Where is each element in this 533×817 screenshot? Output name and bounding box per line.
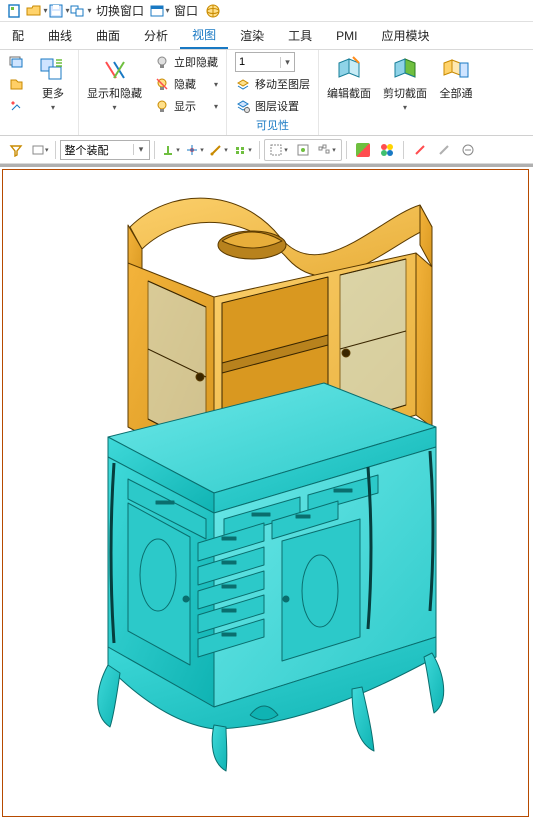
clip-section-button[interactable]: 剪切截面 ▾	[379, 52, 431, 114]
qat-save-icon[interactable]	[48, 1, 70, 21]
left-small-3[interactable]	[4, 96, 28, 116]
qat-open-icon[interactable]	[26, 1, 48, 21]
ribbon-group-sections: 编辑截面 剪切截面 ▾ 全部通	[319, 50, 481, 135]
menu-tab-tools[interactable]: 工具	[276, 22, 324, 49]
model-view[interactable]	[0, 167, 533, 807]
group-title-visibility: 可见性	[256, 116, 289, 133]
t2-slash-1[interactable]	[408, 139, 432, 161]
all-section-button[interactable]: 全部通	[435, 52, 477, 103]
lightbulb-red-icon	[154, 76, 170, 92]
layer-number-input[interactable]	[236, 56, 280, 68]
t2-colorpuck-1[interactable]	[375, 139, 399, 161]
layer-settings-button[interactable]: 图层设置	[231, 96, 314, 116]
menu-tab-app[interactable]: 应用模块	[369, 22, 441, 49]
menu-tab-pmi[interactable]: PMI	[324, 22, 369, 49]
window-button[interactable]	[148, 1, 170, 21]
window-label[interactable]: 窗口	[170, 2, 202, 19]
layer-number-combo[interactable]: ▾	[231, 52, 314, 72]
edit-section-icon	[333, 54, 365, 86]
layers-move-icon	[235, 76, 251, 92]
t2-sel-2[interactable]	[291, 139, 315, 161]
t2-btn-3[interactable]	[207, 139, 231, 161]
menu-tab-surfaces[interactable]: 曲面	[84, 22, 132, 49]
menu-tab-analyze[interactable]: 分析	[132, 22, 180, 49]
menu-tab-0[interactable]: 配	[0, 22, 36, 49]
ribbon-group-visibility: ▾ 移动至图层 图层设置 可见性	[227, 50, 319, 135]
more-icon	[37, 54, 69, 86]
switch-window-label[interactable]: 切换窗口	[92, 2, 148, 19]
viewport[interactable]	[0, 164, 533, 817]
clip-section-icon	[389, 54, 421, 86]
ribbon-group-left: 更多 ▾	[0, 50, 79, 135]
select-mode-group	[264, 139, 342, 161]
ribbon-group-showhide: 显示和隐藏 ▾ 立即隐藏 隐藏 ▾ 显示 ▾	[79, 50, 227, 135]
edit-section-button[interactable]: 编辑截面	[323, 52, 375, 103]
assembly-scope-combo[interactable]: 整个装配 ▾	[60, 140, 150, 160]
t2-btn-1[interactable]	[159, 139, 183, 161]
t2-sel-3[interactable]	[315, 139, 339, 161]
t2-slash-3[interactable]	[456, 139, 480, 161]
filter-button[interactable]	[4, 139, 28, 161]
menu-tab-curves[interactable]: 曲线	[36, 22, 84, 49]
move-to-layer-button[interactable]: 移动至图层	[231, 74, 314, 94]
all-section-icon	[440, 54, 472, 86]
t2-colorbox[interactable]	[351, 139, 375, 161]
filter-mode-button[interactable]	[28, 139, 51, 161]
left-small-1[interactable]	[4, 52, 28, 72]
menu-tab-render[interactable]: 渲染	[228, 22, 276, 49]
quick-access-toolbar: 切换窗口 窗口	[0, 0, 533, 22]
show-hide-button[interactable]: 显示和隐藏 ▾	[83, 52, 146, 114]
lightbulb-off-icon	[154, 54, 170, 70]
layers-settings-icon	[235, 98, 251, 114]
qat-new-icon[interactable]	[4, 1, 26, 21]
menu-bar: 配 曲线 曲面 分析 视图 渲染 工具 PMI 应用模块	[0, 22, 533, 50]
lightbulb-on-icon	[154, 98, 170, 114]
hide-now-button[interactable]: 立即隐藏	[150, 52, 222, 72]
hide-button[interactable]: 隐藏 ▾	[150, 74, 222, 94]
switch-window-button[interactable]	[70, 1, 92, 21]
more-button[interactable]: 更多 ▾	[32, 52, 74, 114]
show-hide-icon	[99, 54, 131, 86]
show-button[interactable]: 显示 ▾	[150, 96, 222, 116]
t2-sel-1[interactable]	[267, 139, 291, 161]
secondary-toolbar: 整个装配 ▾	[0, 136, 533, 164]
t2-slash-2[interactable]	[432, 139, 456, 161]
t2-btn-2[interactable]	[183, 139, 207, 161]
ribbon: 更多 ▾ 显示和隐藏 ▾ 立即隐藏 隐藏	[0, 50, 533, 136]
menu-tab-view[interactable]: 视图	[180, 22, 228, 49]
t2-btn-4[interactable]	[231, 139, 255, 161]
left-small-2[interactable]	[4, 74, 28, 94]
qat-globe-icon[interactable]	[202, 1, 224, 21]
